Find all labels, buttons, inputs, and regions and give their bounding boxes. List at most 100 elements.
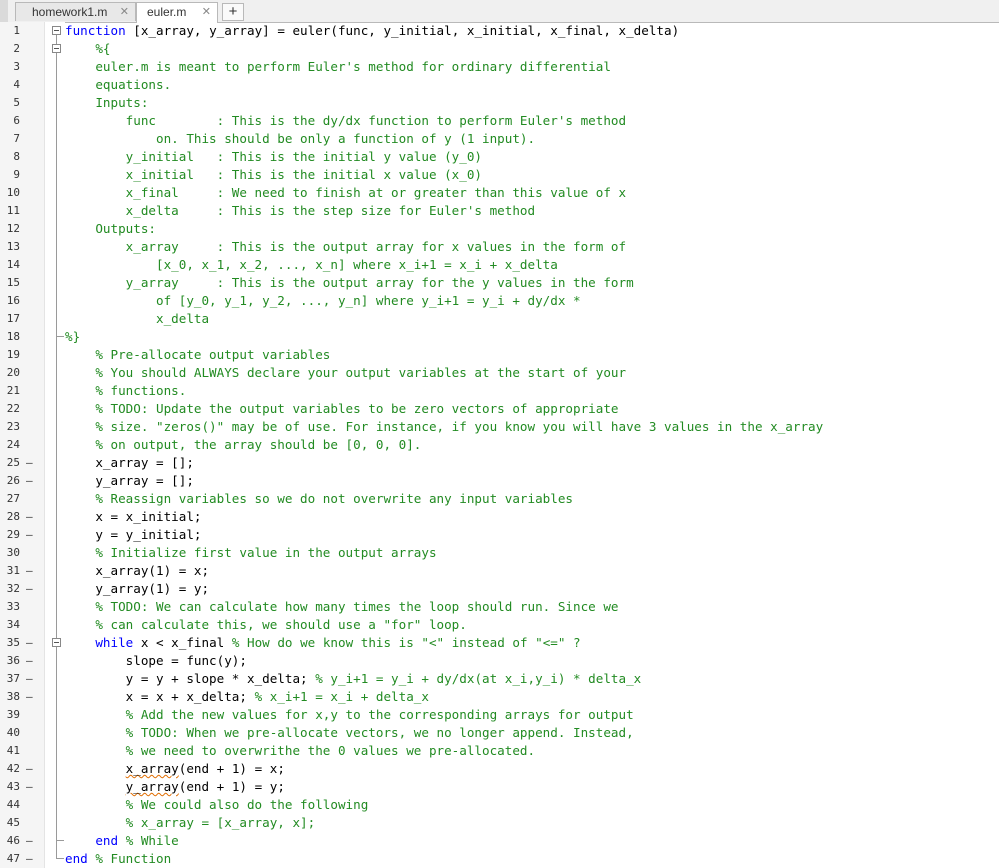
code-text[interactable]: y_array : This is the output array for t… [65,274,634,292]
code-line[interactable]: 1 function [x_array, y_array] = euler(fun… [0,22,999,40]
close-icon[interactable]: ✕ [202,5,211,18]
code-text[interactable]: x_initial : This is the initial x value … [65,166,482,184]
code-line[interactable]: 47– end % Function [0,850,999,868]
code-editor[interactable]: 1 function [x_array, y_array] = euler(fun… [0,22,999,868]
code-line[interactable]: 26– y_array = []; [0,472,999,490]
breakpoint-marker[interactable]: – [26,670,33,688]
code-line[interactable]: 22 % TODO: Update the output variables t… [0,400,999,418]
code-line[interactable]: 46– end % While [0,832,999,850]
code-line[interactable]: 31– x_array(1) = x; [0,562,999,580]
code-line[interactable]: 44 % We could also do the following [0,796,999,814]
code-text[interactable]: % Reassign variables so we do not overwr… [65,490,573,508]
code-line[interactable]: 21 % functions. [0,382,999,400]
code-line[interactable]: 17 x_delta [0,310,999,328]
code-text[interactable]: y_array = []; [65,472,194,490]
code-text[interactable]: [x_0, x_1, x_2, ..., x_n] where x_i+1 = … [65,256,558,274]
code-line[interactable]: 35– while x < x_final % How do we know t… [0,634,999,652]
code-line[interactable]: 2 %{ [0,40,999,58]
code-line[interactable]: 32– y_array(1) = y; [0,580,999,598]
code-text[interactable]: y_initial : This is the initial y value … [65,148,482,166]
breakpoint-marker[interactable]: – [26,562,33,580]
code-text[interactable]: function [x_array, y_array] = euler(func… [65,22,679,40]
code-text[interactable]: x = x + x_delta; % x_i+1 = x_i + delta_x [65,688,429,706]
tab-euler[interactable]: euler.m ✕ [136,2,218,23]
fold-toggle-icon[interactable] [52,638,61,647]
code-text[interactable]: x_delta [65,310,209,328]
code-line[interactable]: 15 y_array : This is the output array fo… [0,274,999,292]
code-line[interactable]: 34 % can calculate this, we should use a… [0,616,999,634]
code-text[interactable]: % functions. [65,382,186,400]
close-icon[interactable]: ✕ [120,5,129,18]
code-line[interactable]: 27 % Reassign variables so we do not ove… [0,490,999,508]
code-text[interactable]: % You should ALWAYS declare your output … [65,364,626,382]
code-text[interactable]: % x_array = [x_array, x]; [65,814,316,832]
code-line[interactable]: 33 % TODO: We can calculate how many tim… [0,598,999,616]
breakpoint-marker[interactable]: – [26,526,33,544]
fold-toggle-icon[interactable] [52,44,61,53]
code-line[interactable]: 25– x_array = []; [0,454,999,472]
tab-homework1[interactable]: homework1.m ✕ [15,2,136,21]
code-line[interactable]: 38– x = x + x_delta; % x_i+1 = x_i + del… [0,688,999,706]
code-text[interactable]: x_final : We need to finish at or greate… [65,184,626,202]
code-line[interactable]: 18%} [0,328,999,346]
breakpoint-marker[interactable]: – [26,688,33,706]
code-text[interactable]: x = x_initial; [65,508,201,526]
code-text[interactable]: y_array(1) = y; [65,580,209,598]
code-text[interactable]: % Add the new values for x,y to the corr… [65,706,634,724]
code-text[interactable]: %{ [65,40,110,58]
code-text[interactable]: x_delta : This is the step size for Eule… [65,202,535,220]
code-text[interactable]: slope = func(y); [65,652,247,670]
code-text[interactable]: x_array(1) = x; [65,562,209,580]
code-line[interactable]: 12 Outputs: [0,220,999,238]
fold-toggle-icon[interactable] [52,26,61,35]
code-line[interactable]: 10 x_final : We need to finish at or gre… [0,184,999,202]
code-text[interactable]: of [y_0, y_1, y_2, ..., y_n] where y_i+1… [65,292,581,310]
code-line[interactable]: 14 [x_0, x_1, x_2, ..., x_n] where x_i+1… [0,256,999,274]
code-text[interactable]: x_array : This is the output array for x… [65,238,626,256]
code-line[interactable]: 3 euler.m is meant to perform Euler's me… [0,58,999,76]
breakpoint-marker[interactable]: – [26,454,33,472]
breakpoint-marker[interactable]: – [26,580,33,598]
code-line[interactable]: 23 % size. "zeros()" may be of use. For … [0,418,999,436]
code-text[interactable]: % on output, the array should be [0, 0, … [65,436,421,454]
code-text[interactable]: x_array(end + 1) = x; [65,760,285,778]
code-line[interactable]: 5 Inputs: [0,94,999,112]
code-line[interactable]: 13 x_array : This is the output array fo… [0,238,999,256]
code-line[interactable]: 19 % Pre-allocate output variables [0,346,999,364]
code-line[interactable]: 20 % You should ALWAYS declare your outp… [0,364,999,382]
code-text[interactable]: % Pre-allocate output variables [65,346,330,364]
code-line[interactable]: 16 of [y_0, y_1, y_2, ..., y_n] where y_… [0,292,999,310]
code-text[interactable]: euler.m is meant to perform Euler's meth… [65,58,611,76]
breakpoint-marker[interactable]: – [26,850,33,868]
code-text[interactable]: Outputs: [65,220,156,238]
code-text[interactable]: end % While [65,832,178,850]
code-text[interactable]: % We could also do the following [65,796,369,814]
code-text[interactable]: y = y + slope * x_delta; % y_i+1 = y_i +… [65,670,642,688]
code-line[interactable]: 7 on. This should be only a function of … [0,130,999,148]
code-text[interactable]: on. This should be only a function of y … [65,130,535,148]
code-text[interactable]: % TODO: When we pre-allocate vectors, we… [65,724,634,742]
code-text[interactable]: Inputs: [65,94,148,112]
code-line[interactable]: 11 x_delta : This is the step size for E… [0,202,999,220]
code-text[interactable]: % TODO: Update the output variables to b… [65,400,618,418]
breakpoint-marker[interactable]: – [26,652,33,670]
add-tab-button[interactable]: + [222,3,244,21]
code-text[interactable]: x_array = []; [65,454,194,472]
code-line[interactable]: 36– slope = func(y); [0,652,999,670]
code-line[interactable]: 29– y = y_initial; [0,526,999,544]
breakpoint-marker[interactable]: – [26,472,33,490]
code-line[interactable]: 39 % Add the new values for x,y to the c… [0,706,999,724]
code-text[interactable]: equations. [65,76,171,94]
code-text[interactable]: func : This is the dy/dx function to per… [65,112,626,130]
code-text[interactable]: % we need to overwrithe the 0 values we … [65,742,535,760]
code-line[interactable]: 42– x_array(end + 1) = x; [0,760,999,778]
breakpoint-marker[interactable]: – [26,778,33,796]
breakpoint-marker[interactable]: – [26,634,33,652]
code-line[interactable]: 37– y = y + slope * x_delta; % y_i+1 = y… [0,670,999,688]
code-line[interactable]: 24 % on output, the array should be [0, … [0,436,999,454]
code-text[interactable]: y_array(end + 1) = y; [65,778,285,796]
code-text[interactable]: % Initialize first value in the output a… [65,544,436,562]
code-line[interactable]: 41 % we need to overwrithe the 0 values … [0,742,999,760]
code-text[interactable]: end % Function [65,850,171,868]
code-text[interactable]: y = y_initial; [65,526,201,544]
